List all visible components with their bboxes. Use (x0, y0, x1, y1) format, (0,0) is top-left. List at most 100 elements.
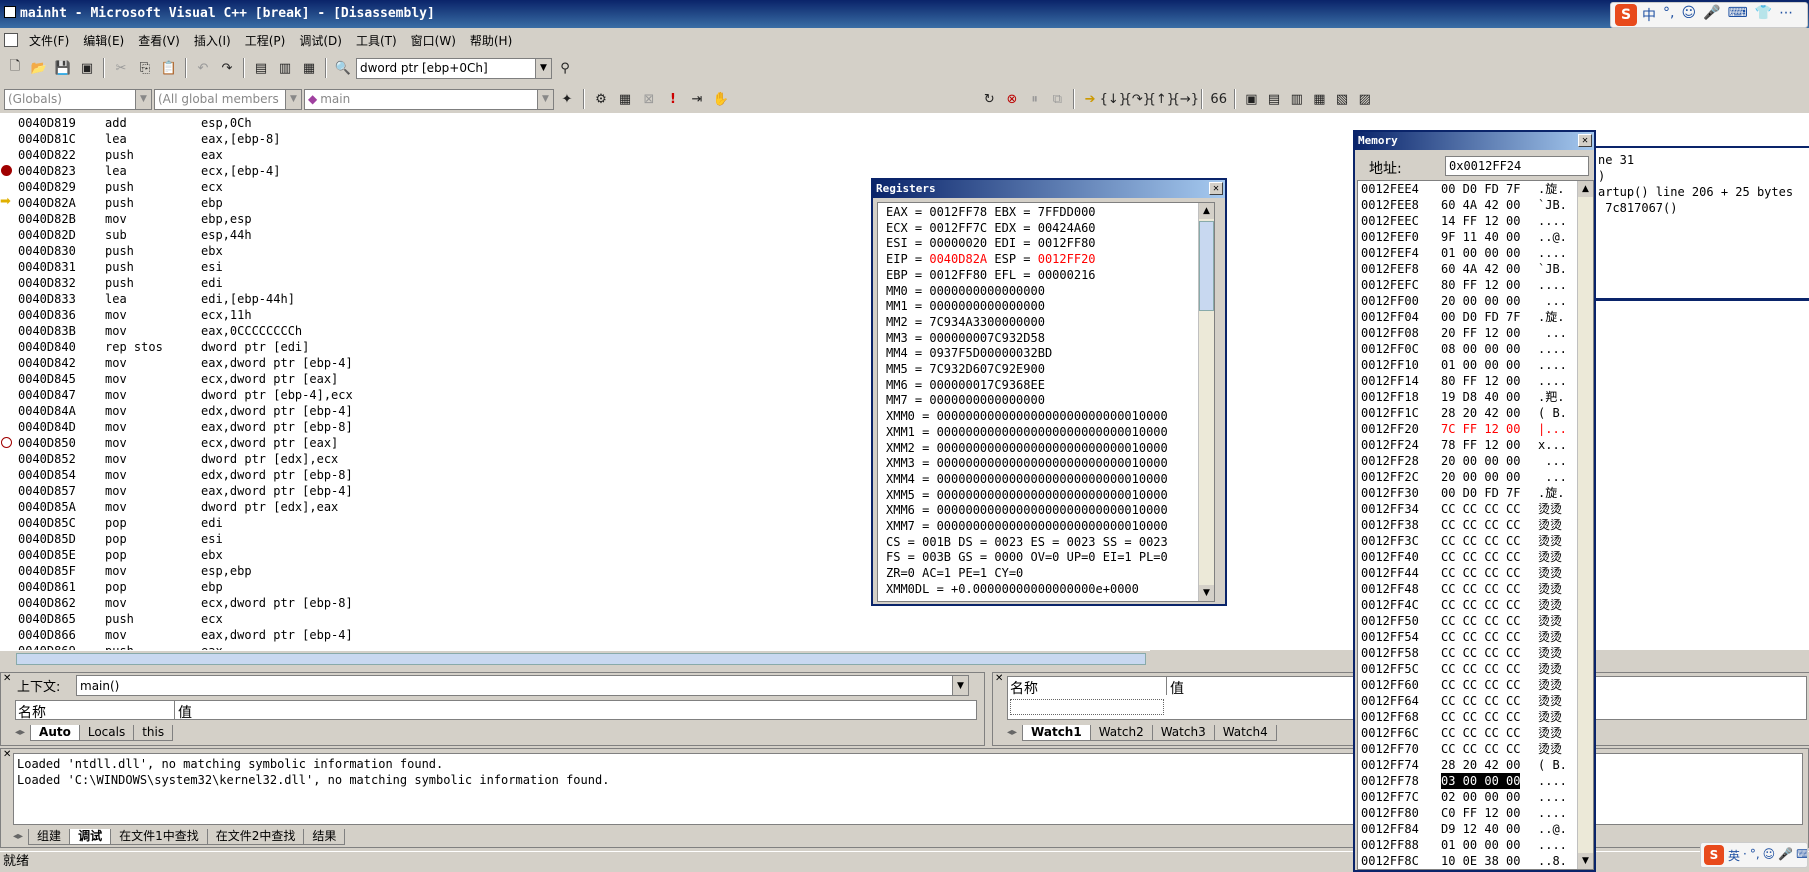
compile-icon[interactable]: ⚙ (590, 88, 612, 110)
register-line[interactable]: XMM1 = 00000000000000000000000000010000 (886, 424, 1168, 440)
memory-row[interactable]: 0012FF38 CC CC CC CC 烫烫 (1361, 517, 1576, 533)
disasm-line[interactable]: 0040D82B mov ebp,esp (18, 211, 518, 227)
memory-bytes[interactable]: 10 0E 38 00 (1441, 853, 1520, 869)
memory-bytes[interactable]: CC CC CC CC (1441, 725, 1520, 741)
memory-row[interactable]: 0012FF08 20 FF 12 00 ... (1361, 325, 1576, 341)
memory-row[interactable]: 0012FF2C 20 00 00 00 ... (1361, 469, 1576, 485)
disasm-line[interactable]: 0040D819 add esp,0Ch (18, 115, 518, 131)
memory-row[interactable]: 0012FEE4 00 D0 FD 7F .旋. (1361, 181, 1576, 197)
register-line[interactable]: MM7 = 0000000000000000 (886, 392, 1045, 408)
register-line[interactable]: ZR=0 AC=1 PE=1 CY=0 (886, 565, 1023, 581)
registers-vscrollbar[interactable]: ▲ ▼ (1198, 203, 1214, 601)
watch-col-value[interactable]: 值 (1170, 678, 1184, 698)
register-line[interactable]: XMM0DL = +0.00000000000000000e+0000 (886, 581, 1139, 597)
memory-bytes[interactable]: 20 00 00 00 (1441, 293, 1520, 309)
undo-icon[interactable]: ↶ (192, 57, 214, 79)
step-into-icon[interactable]: {↓} (1100, 88, 1127, 110)
run-to-cursor-icon[interactable]: {→} (1172, 88, 1199, 110)
call-stack-line[interactable]: ne 31 (1598, 152, 1634, 168)
disasm-line[interactable]: 0040D822 push eax (18, 147, 518, 163)
menu-item[interactable]: 文件(F) (22, 32, 76, 49)
member-combo[interactable]: ◆ main ▼ (304, 88, 554, 110)
memory-row[interactable]: 0012FF58 CC CC CC CC 烫烫 (1361, 645, 1576, 661)
disasm-line[interactable]: 0040D830 push ebx (18, 243, 518, 259)
chevron-down-icon[interactable]: ▼ (135, 89, 151, 109)
window-list-icon[interactable]: ▦ (298, 57, 320, 79)
memory-window-icon[interactable]: ▦ (1309, 88, 1330, 110)
memory-bytes[interactable]: 14 FF 12 00 (1441, 213, 1520, 229)
variables-col-name[interactable]: 名称 (18, 702, 46, 722)
memory-row[interactable]: 0012FF44 CC CC CC CC 烫烫 (1361, 565, 1576, 581)
disasm-line[interactable]: 0040D865 push ecx (18, 611, 518, 627)
memory-row[interactable]: 0012FF28 20 00 00 00 ... (1361, 453, 1576, 469)
register-line[interactable]: XMM6 = 00000000000000000000000000010000 (886, 502, 1168, 518)
variables-col-value[interactable]: 值 (178, 702, 192, 722)
disasm-line[interactable]: 0040D81C lea eax,[ebp-8] (18, 131, 518, 147)
breakpoint-hand-icon[interactable]: ✋ (710, 88, 732, 110)
memory-bytes[interactable]: 20 00 00 00 (1441, 453, 1520, 469)
memory-bytes[interactable]: CC CC CC CC (1441, 501, 1520, 517)
find-in-files-icon[interactable]: 🔍 (332, 57, 354, 79)
restart-icon[interactable]: ↻ (979, 88, 1000, 110)
memory-bytes[interactable]: CC CC CC CC (1441, 549, 1520, 565)
call-stack-pane[interactable]: ne 31) artup() line 206 + 25 bytes 7c8170… (1596, 146, 1809, 301)
memory-row[interactable]: 0012FEF4 01 00 00 00.... (1361, 245, 1576, 261)
register-line[interactable]: EBP = 0012FF80 EFL = 00000216 (886, 267, 1096, 283)
close-icon[interactable]: ✕ (1578, 134, 1592, 147)
disasm-line[interactable]: 0040D842 mov eax,dword ptr [ebp-4] (18, 355, 518, 371)
register-line[interactable]: ECX = 0012FF7C EDX = 00424A60 (886, 220, 1096, 236)
output-tab[interactable]: 在文件2中查找 (206, 829, 305, 845)
wizard-action-icon[interactable]: ✦ (556, 88, 578, 110)
register-line[interactable]: XMM7 = 00000000000000000000000000010000 (886, 518, 1168, 534)
mdi-doc-icon[interactable] (4, 33, 18, 47)
quick-watch-icon[interactable]: 66 (1208, 88, 1229, 110)
menu-item[interactable]: 编辑(E) (76, 32, 131, 49)
disasm-line[interactable]: 0040D866 mov eax,dword ptr [ebp-4] (18, 627, 518, 643)
disasm-line[interactable]: 0040D831 push esi (18, 259, 518, 275)
output-window-icon[interactable]: ▥ (274, 57, 296, 79)
memory-dump[interactable]: ▲ ▼ 0012FEE4 00 D0 FD 7F .旋. 0012FEE8 60 4A … (1357, 180, 1594, 870)
menu-item[interactable]: 插入(I) (187, 32, 238, 49)
close-icon[interactable]: ✕ (1209, 182, 1223, 195)
context-combo[interactable]: main() ▼ (76, 675, 969, 696)
memory-bytes[interactable]: CC CC CC CC (1441, 613, 1520, 629)
memory-row[interactable]: 0012FF84 D9 12 40 00 ..@. (1361, 821, 1576, 837)
memory-row[interactable]: 0012FF60 CC CC CC CC 烫烫 (1361, 677, 1576, 693)
memory-bytes[interactable]: 03 00 00 00 (1441, 773, 1521, 789)
memory-bytes[interactable]: 60 4A 42 00 (1441, 197, 1520, 213)
ime-dot-icon[interactable]: · (1743, 847, 1747, 864)
ime-punct-icon[interactable]: °, (1663, 5, 1674, 25)
memory-bytes[interactable]: 80 FF 12 00 (1441, 277, 1520, 293)
register-line[interactable]: MM1 = 0000000000000000 (886, 298, 1045, 314)
disasm-line[interactable]: 0040D852 mov dword ptr [edx],ecx (18, 451, 518, 467)
filter-combo[interactable]: (All global members ▼ (154, 88, 302, 110)
memory-row[interactable]: 0012FF20 7C FF 12 00 |... (1361, 421, 1576, 437)
disasm-line[interactable]: 0040D861 pop ebp (18, 579, 518, 595)
go-icon[interactable]: ⇥ (686, 88, 708, 110)
save-all-icon[interactable]: ▣ (76, 57, 98, 79)
memory-row[interactable]: 0012FF00 20 00 00 00 ... (1361, 293, 1576, 309)
chevron-down-icon[interactable]: ▼ (537, 89, 553, 109)
memory-row[interactable]: 0012FEF0 9F 11 40 00 ..@. (1361, 229, 1576, 245)
pane-close-icon[interactable]: ✕ (3, 749, 11, 760)
ime-more-icon[interactable]: ⋯ (1779, 5, 1793, 25)
memory-row[interactable]: 0012FF7C 02 00 00 00.... (1361, 789, 1576, 805)
show-next-statement-icon[interactable]: ➔ (1080, 88, 1101, 110)
chevron-down-icon[interactable]: ▼ (285, 89, 301, 109)
disasm-line[interactable]: 0040D85C pop edi (18, 515, 518, 531)
watch-tab[interactable]: Watch1 (1022, 725, 1091, 741)
chevron-down-icon[interactable]: ▼ (952, 676, 968, 695)
call-stack-line[interactable]: ) (1598, 168, 1605, 184)
tab-scroll-arrows-icon[interactable]: ◂▸ (15, 725, 25, 741)
memory-row[interactable]: 0012FF5C CC CC CC CC 烫烫 (1361, 661, 1576, 677)
disasm-line[interactable]: 0040D829 push ecx (18, 179, 518, 195)
memory-bytes[interactable]: D9 12 40 00 (1441, 821, 1520, 837)
disasm-line[interactable]: 0040D84A mov edx,dword ptr [ebp-4] (18, 403, 518, 419)
disasm-line[interactable]: 0040D850 mov ecx,dword ptr [eax] (18, 435, 518, 451)
variables-grid[interactable]: 名称 值 (15, 700, 977, 722)
break-execution-icon[interactable]: ⏸ (1024, 88, 1045, 110)
memory-row[interactable]: 0012FF80 C0 FF 12 00.... (1361, 805, 1576, 821)
ime-lang-icon[interactable]: 英 (1728, 847, 1740, 864)
memory-row[interactable]: 0012FF8C 10 0E 38 00 ..8. (1361, 853, 1576, 869)
step-out-icon[interactable]: {↑} (1148, 88, 1175, 110)
